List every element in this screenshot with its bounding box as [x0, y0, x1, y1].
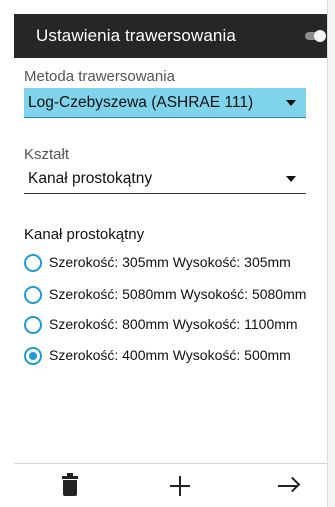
page-title: Ustawienia trawersowania — [36, 26, 236, 45]
method-label: Metoda trawersowania — [24, 68, 175, 85]
bottom-toolbar — [14, 463, 327, 507]
arrow-head — [284, 476, 301, 493]
dropdown-arrow-icon — [286, 100, 296, 106]
toggle-thumb — [314, 30, 326, 42]
duct-option[interactable]: Szerokość: 800mm Wysokość: 1100mm — [24, 314, 324, 336]
radio-button[interactable] — [24, 316, 42, 334]
trash-lid — [62, 476, 78, 479]
method-dropdown[interactable]: Log-Czebyszewa (ASHRAE 111) — [24, 88, 306, 118]
duct-option-label: Szerokość: 305mm Wysokość: 305mm — [49, 254, 291, 270]
duct-option-label: Szerokość: 800mm Wysokość: 1100mm — [49, 316, 298, 332]
duct-option[interactable]: Szerokość: 305mm Wysokość: 305mm — [24, 252, 324, 274]
shape-label: Kształt — [24, 146, 70, 163]
plus-icon[interactable] — [164, 470, 196, 502]
radio-button[interactable] — [24, 286, 42, 304]
shape-dropdown-value: Kanał prostokątny — [28, 170, 153, 187]
duct-option[interactable]: Szerokość: 400mm Wysokość: 500mm — [24, 345, 324, 367]
screen-margin — [0, 0, 14, 507]
toggle-icon[interactable] — [305, 30, 326, 42]
trash-icon[interactable] — [54, 470, 86, 502]
scrollbar[interactable] — [327, 0, 335, 507]
trash-body — [63, 480, 77, 496]
shape-dropdown[interactable]: Kanał prostokątny — [24, 164, 306, 194]
dropdown-arrow-icon — [286, 176, 296, 182]
arrow-right-icon[interactable] — [272, 470, 304, 502]
radio-button[interactable] — [24, 254, 42, 272]
radio-button-selected[interactable] — [24, 347, 42, 365]
method-dropdown-value: Log-Czebyszewa (ASHRAE 111) — [28, 94, 254, 111]
app-bar: Ustawienia trawersowania — [14, 14, 327, 58]
duct-option-label: Szerokość: 5080mm Wysokość: 5080mm — [49, 286, 307, 302]
duct-option-label: Szerokość: 400mm Wysokość: 500mm — [49, 347, 291, 363]
duct-option[interactable]: Szerokość: 5080mm Wysokość: 5080mm — [24, 284, 324, 306]
duct-group-title: Kanał prostokątny — [24, 226, 145, 243]
